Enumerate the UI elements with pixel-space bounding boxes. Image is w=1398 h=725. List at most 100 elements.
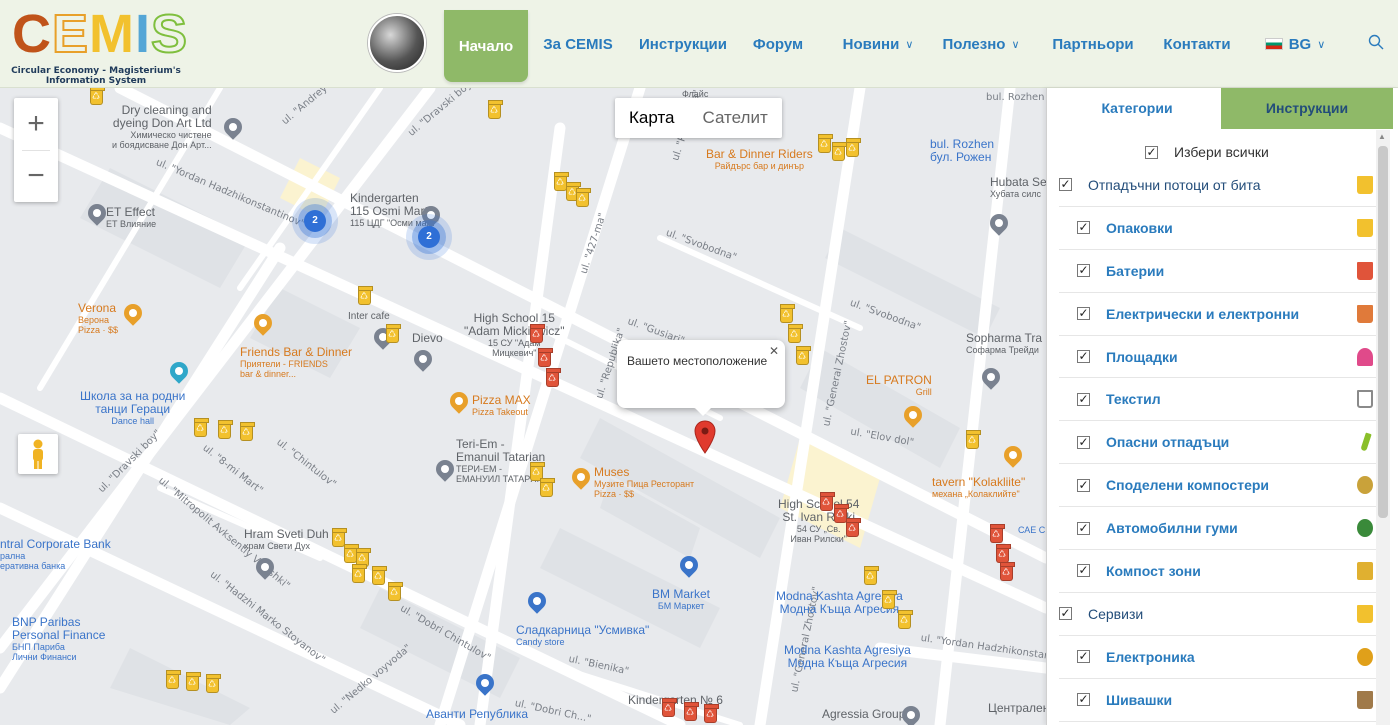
battery-bin-marker[interactable] xyxy=(704,704,719,723)
recycling-bin-marker[interactable] xyxy=(796,346,811,365)
poi-dry-cleaning[interactable]: Dry cleaning and dyeing Don Art Ltd Хими… xyxy=(112,104,212,151)
poi-centralen[interactable]: Централен xyxy=(988,702,1046,715)
recycling-bin-marker[interactable] xyxy=(90,88,105,105)
recycling-bin-marker[interactable] xyxy=(832,142,847,161)
poi-agressia-group[interactable]: Agressia Group xyxy=(822,708,905,721)
checkbox-checked[interactable]: ✓ xyxy=(1077,564,1090,578)
recycling-bin-marker[interactable] xyxy=(488,100,503,119)
marker-cluster[interactable]: 2 xyxy=(418,226,440,248)
map-view[interactable]: ul. "Yordan Hadzhikonstantinov" ul. "And… xyxy=(0,88,1046,725)
battery-bin-marker[interactable] xyxy=(820,492,835,511)
recycling-bin-marker[interactable] xyxy=(240,422,255,441)
nav-language[interactable]: BG ∨ xyxy=(1262,0,1328,88)
poi-corporate-bank[interactable]: ntral Corporate Bank рална еративна банк… xyxy=(0,538,111,572)
tab-instructions[interactable]: Инструкции xyxy=(1221,88,1393,129)
list-item[interactable]: ✓ Опасни отпадъци xyxy=(1059,421,1377,465)
nav-contacts[interactable]: Контакти xyxy=(1160,0,1234,88)
list-item[interactable]: ✓ Електроника xyxy=(1059,636,1377,679)
marker-cluster[interactable]: 2 xyxy=(304,210,326,232)
list-item[interactable]: ✓ Отпадъчни потоци от бита xyxy=(1059,164,1377,207)
street-view-pegman-button[interactable] xyxy=(18,434,58,474)
checkbox-checked[interactable]: ✓ xyxy=(1077,264,1090,278)
poi-candy-store[interactable]: Сладкарница "Усмивка" Candy store xyxy=(516,624,649,648)
list-item[interactable]: ✓ Батерии xyxy=(1059,250,1377,293)
battery-bin-marker[interactable] xyxy=(996,544,1011,563)
checkbox-checked[interactable]: ✓ xyxy=(1059,178,1072,192)
list-item[interactable]: ✓ Автомобилни гуми xyxy=(1059,507,1377,551)
recycling-bin-marker[interactable] xyxy=(788,324,803,343)
recycling-bin-marker[interactable] xyxy=(780,304,795,323)
poi-sopharma[interactable]: Sopharma Tra Софарма Трейди xyxy=(966,332,1042,356)
checkbox-checked[interactable]: ✓ xyxy=(1059,607,1072,621)
checkbox-checked[interactable]: ✓ xyxy=(1077,478,1090,492)
poi-tavern[interactable]: tavern "Kolakliite" механа „Колаклийте" xyxy=(932,476,1025,500)
recycling-bin-marker[interactable] xyxy=(846,138,861,157)
nav-news[interactable]: Новини ∨ xyxy=(832,0,924,88)
recycling-bin-marker[interactable] xyxy=(194,418,209,437)
poi-dievo[interactable]: Dievo xyxy=(412,332,443,345)
search-icon[interactable] xyxy=(1368,34,1384,50)
recycling-bin-marker[interactable] xyxy=(352,564,367,583)
poi-friends-bar[interactable]: Friends Bar & Dinner Приятели - FRIENDS … xyxy=(240,346,352,380)
recycling-bin-marker[interactable] xyxy=(818,134,833,153)
poi-hram-sveti-duh[interactable]: Hram Sveti Duh храм Свети Дух xyxy=(244,528,329,552)
poi-et-effect[interactable]: ET Effect ЕТ Влияние xyxy=(106,206,156,230)
poi-dance-school[interactable]: Школа за на родни танци Гераци Dance hal… xyxy=(80,390,185,427)
recycling-bin-marker[interactable] xyxy=(386,324,401,343)
list-item[interactable]: ✓ Сервизи xyxy=(1059,593,1377,636)
nav-useful[interactable]: Полезно ∨ xyxy=(938,0,1024,88)
list-item[interactable]: ✓ Площадки xyxy=(1059,336,1377,379)
poi-bar-dinner-riders[interactable]: Bar & Dinner Riders Райдърс бар и динър xyxy=(706,148,813,172)
checkbox-checked[interactable]: ✓ xyxy=(1077,693,1090,707)
battery-bin-marker[interactable] xyxy=(1000,562,1015,581)
poi-el-patron[interactable]: EL PATRON Grill xyxy=(866,374,932,398)
select-all-toggle[interactable]: ✓ Избери всички xyxy=(1145,144,1269,160)
recycling-bin-marker[interactable] xyxy=(576,188,591,207)
list-item[interactable]: ✓ Компост зони xyxy=(1059,550,1377,593)
poi-verona[interactable]: Verona Верона Pizza · $$ xyxy=(78,302,118,336)
recycling-bin-marker[interactable] xyxy=(358,286,373,305)
recycling-bin-marker[interactable] xyxy=(206,674,221,693)
recycling-bin-marker[interactable] xyxy=(186,672,201,691)
tab-categories[interactable]: Категории xyxy=(1053,88,1221,129)
battery-bin-marker[interactable] xyxy=(538,348,553,367)
recycling-bin-marker[interactable] xyxy=(966,430,981,449)
battery-bin-marker[interactable] xyxy=(530,324,545,343)
poi-bnp-paribas[interactable]: BNP Paribas Personal Finance БНП Париба … xyxy=(12,616,105,663)
battery-bin-marker[interactable] xyxy=(846,518,861,537)
poi-modna-kashta-2[interactable]: Modna Kashta Agresiya Модна Къща Агресия xyxy=(784,644,911,670)
poi-muses[interactable]: Muses Музите Пица Ресторант Pizza · $$ xyxy=(594,466,694,500)
map-type-satellite-button[interactable]: Сателит xyxy=(689,98,782,138)
list-item[interactable]: ✓ Текстил xyxy=(1059,378,1377,422)
nav-instructions[interactable]: Инструкции xyxy=(634,0,732,88)
recycling-bin-marker[interactable] xyxy=(218,420,233,439)
recycling-bin-marker[interactable] xyxy=(166,670,181,689)
poi-avanti[interactable]: Аванти Република xyxy=(426,708,528,721)
poi-cedep[interactable]: САЕ СЕВЕР xyxy=(1018,524,1046,537)
checkbox-checked[interactable]: ✓ xyxy=(1077,350,1090,363)
nav-forum[interactable]: Форум xyxy=(748,0,808,88)
zoom-out-button[interactable]: − xyxy=(14,150,58,202)
cemis-logo[interactable]: CEMIS Circular Economy - Magisterium's I… xyxy=(6,2,188,86)
checkbox-checked[interactable]: ✓ xyxy=(1077,392,1090,406)
map-type-map-button[interactable]: Карта xyxy=(615,98,689,138)
poi-bul-rozhen[interactable]: bul. Rozhen бул. Рожен xyxy=(930,138,994,164)
battery-bin-marker[interactable] xyxy=(662,698,677,717)
checkbox-checked[interactable]: ✓ xyxy=(1077,521,1090,535)
nav-home[interactable]: Начало xyxy=(444,10,528,82)
poi-inter-cafe[interactable]: Inter cafe xyxy=(348,310,390,323)
battery-bin-marker[interactable] xyxy=(990,524,1005,543)
checkbox-checked[interactable]: ✓ xyxy=(1077,307,1090,321)
close-icon[interactable]: ✕ xyxy=(769,344,779,358)
recycling-bin-marker[interactable] xyxy=(372,566,387,585)
recycling-bin-marker[interactable] xyxy=(882,590,897,609)
recycling-bin-marker[interactable] xyxy=(388,582,403,601)
scroll-up-arrow-icon[interactable]: ▲ xyxy=(1378,132,1386,141)
poi-hubata-seals[interactable]: Hubata Seals Хубата силс xyxy=(990,176,1046,200)
zoom-in-button[interactable]: + xyxy=(14,98,58,150)
nav-about[interactable]: За CEMIS xyxy=(540,0,616,88)
list-item[interactable]: ✓ Шивашки xyxy=(1059,679,1377,722)
recycling-bin-marker[interactable] xyxy=(864,566,879,585)
list-item[interactable]: ✓ Електрически и електронни xyxy=(1059,293,1377,336)
panel-scrollbar[interactable] xyxy=(1378,146,1388,518)
